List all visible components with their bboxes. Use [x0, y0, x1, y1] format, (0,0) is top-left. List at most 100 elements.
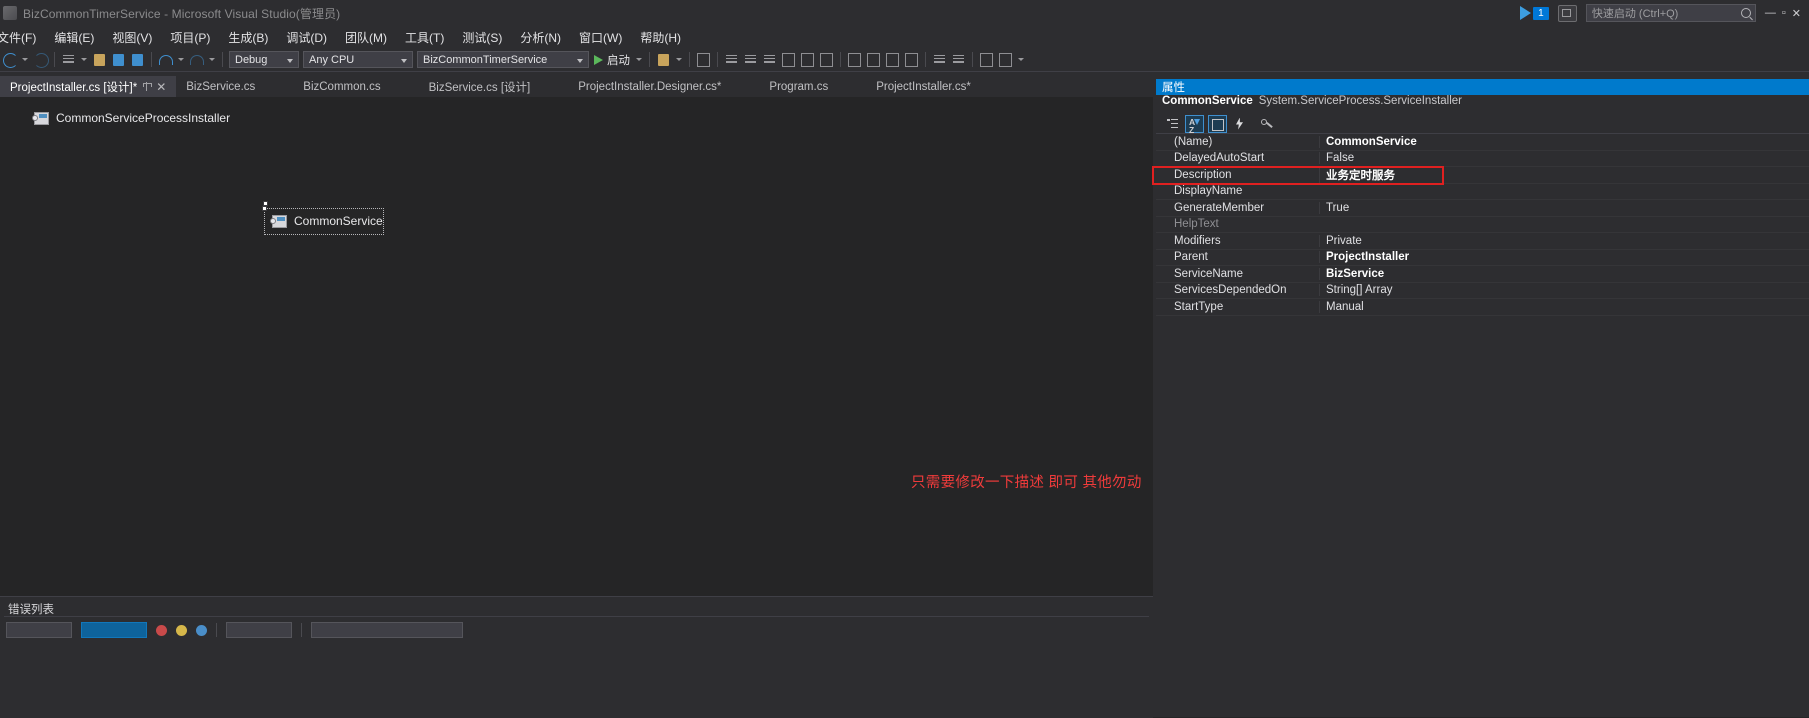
property-row[interactable]: HelpText — [1156, 217, 1809, 233]
document-tab-2[interactable]: BizCommon.cs — [293, 76, 418, 97]
make-same-width-icon[interactable] — [846, 51, 863, 69]
start-debugging-button[interactable]: 启动 — [594, 52, 630, 68]
property-row[interactable]: DisplayName — [1156, 184, 1809, 200]
tab-order-icon[interactable] — [695, 51, 712, 69]
pin-tab-icon[interactable] — [142, 82, 153, 91]
align-centers-icon[interactable] — [742, 51, 759, 69]
save-all-icon[interactable] — [129, 51, 146, 69]
alphabetical-sort-icon[interactable]: AZ — [1185, 114, 1204, 134]
property-value[interactable]: Manual — [1319, 300, 1809, 313]
menu-item-10[interactable]: 窗口(W) — [570, 26, 631, 48]
attach-dropdown-icon[interactable] — [676, 58, 682, 61]
warnings-icon[interactable] — [176, 624, 187, 636]
navigate-backward-icon[interactable] — [1, 51, 18, 69]
menu-item-5[interactable]: 调试(D) — [277, 26, 336, 48]
property-row[interactable]: DelayedAutoStart False — [1156, 151, 1809, 167]
properties-page-icon[interactable] — [1208, 114, 1227, 133]
property-value[interactable]: True — [1319, 201, 1809, 214]
error-list-build-select[interactable] — [226, 622, 292, 638]
redo-icon[interactable] — [188, 51, 205, 69]
menu-item-0[interactable]: 文件(F) — [0, 26, 45, 48]
startup-project-select[interactable]: BizCommonTimerService — [417, 51, 589, 68]
selection-handle[interactable] — [262, 206, 267, 211]
events-bolt-icon[interactable] — [1231, 116, 1248, 132]
error-list-search-input[interactable] — [311, 622, 463, 638]
property-value[interactable]: String[] Array — [1319, 284, 1809, 297]
navigate-forward-icon[interactable] — [32, 51, 49, 69]
close-button[interactable]: ✕ — [1792, 7, 1801, 20]
new-project-dropdown-icon[interactable] — [81, 58, 87, 61]
property-value[interactable]: CommonService — [1319, 135, 1809, 148]
errors-icon[interactable] — [156, 624, 167, 636]
property-row[interactable]: StartType Manual — [1156, 299, 1809, 316]
document-tab-5[interactable]: Program.cs — [759, 76, 866, 97]
property-value[interactable]: BizService — [1319, 267, 1809, 280]
solution-platform-select[interactable]: Any CPU — [303, 51, 413, 68]
selection-handle-top[interactable] — [263, 201, 268, 206]
property-row[interactable]: ServiceName BizService — [1156, 266, 1809, 283]
designer-surface[interactable]: CommonServiceProcessInstaller CommonServ… — [0, 97, 1153, 596]
menu-item-2[interactable]: 视图(V) — [103, 26, 161, 48]
send-to-back-icon[interactable] — [997, 51, 1014, 69]
property-row[interactable]: GenerateMember True — [1156, 200, 1809, 217]
messages-icon[interactable] — [196, 624, 207, 636]
align-middles-icon[interactable] — [799, 51, 816, 69]
menu-item-9[interactable]: 分析(N) — [511, 26, 570, 48]
navigate-backward-dropdown-icon[interactable] — [22, 58, 28, 61]
horizontal-spacing-icon[interactable] — [931, 51, 948, 69]
menu-item-3[interactable]: 项目(P) — [161, 26, 219, 48]
align-bottoms-icon[interactable] — [818, 51, 835, 69]
property-row[interactable]: Description 业务定时服务 — [1156, 166, 1809, 184]
property-row[interactable]: Parent ProjectInstaller — [1156, 250, 1809, 266]
make-same-size-icon[interactable] — [884, 51, 901, 69]
document-tab-4[interactable]: ProjectInstaller.Designer.cs* — [568, 76, 759, 97]
menu-item-7[interactable]: 工具(T) — [396, 26, 453, 48]
error-list-scope-select[interactable] — [6, 622, 72, 638]
align-lefts-icon[interactable] — [723, 51, 740, 69]
document-tab-1[interactable]: BizService.cs — [176, 76, 293, 97]
property-pages-wrench-icon[interactable] — [1258, 116, 1275, 132]
align-rights-icon[interactable] — [761, 51, 778, 69]
property-row[interactable]: (Name) CommonService — [1156, 134, 1809, 151]
start-debugging-dropdown-icon[interactable] — [636, 58, 642, 61]
align-tops-icon[interactable] — [780, 51, 797, 69]
component-commonservice[interactable]: CommonService — [270, 214, 383, 228]
undo-icon[interactable] — [157, 51, 174, 69]
minimize-button[interactable]: — — [1765, 7, 1776, 19]
quick-launch-input[interactable]: 快速启动 (Ctrl+Q) — [1585, 4, 1756, 22]
redo-dropdown-icon[interactable] — [209, 58, 215, 61]
property-row[interactable]: ServicesDependedOn String[] Array — [1156, 283, 1809, 299]
make-same-height-icon[interactable] — [865, 51, 882, 69]
attach-to-process-icon[interactable] — [655, 51, 672, 69]
properties-selected-object[interactable]: CommonService System.ServiceProcess.Serv… — [1156, 95, 1809, 114]
error-list-filter-errors-button[interactable] — [81, 622, 147, 638]
component-commonserviceprocessinstaller[interactable]: CommonServiceProcessInstaller — [32, 111, 230, 125]
menu-item-8[interactable]: 测试(S) — [453, 26, 511, 48]
menu-item-1[interactable]: 编辑(E) — [45, 26, 103, 48]
close-tab-icon[interactable]: ✕ — [156, 81, 166, 93]
vertical-spacing-icon[interactable] — [950, 51, 967, 69]
solution-configuration-select[interactable]: Debug — [229, 51, 299, 68]
menu-item-4[interactable]: 生成(B) — [219, 26, 277, 48]
document-tab-6[interactable]: ProjectInstaller.cs* — [866, 76, 1009, 97]
property-value[interactable]: False — [1319, 152, 1809, 165]
menu-item-11[interactable]: 帮助(H) — [631, 26, 690, 48]
document-tab-3[interactable]: BizService.cs [设计] — [419, 76, 569, 97]
size-to-grid-icon[interactable] — [903, 51, 920, 69]
menu-item-6[interactable]: 团队(M) — [336, 26, 396, 48]
property-value[interactable]: 业务定时服务 — [1319, 166, 1809, 183]
maximize-button[interactable]: ▫ — [1782, 7, 1786, 19]
property-value[interactable]: Private — [1319, 234, 1809, 247]
feedback-icon[interactable] — [1557, 4, 1577, 22]
new-project-icon[interactable] — [60, 51, 77, 69]
categorized-icon[interactable] — [1164, 116, 1181, 132]
bring-to-front-icon[interactable] — [978, 51, 995, 69]
notifications-button[interactable]: 1 — [1519, 6, 1549, 20]
undo-dropdown-icon[interactable] — [178, 58, 184, 61]
property-row[interactable]: Modifiers Private — [1156, 233, 1809, 250]
document-tab-0[interactable]: ProjectInstaller.cs [设计]* ✕ — [0, 76, 177, 97]
open-file-icon[interactable] — [91, 51, 108, 69]
property-value[interactable]: ProjectInstaller — [1319, 251, 1809, 264]
save-icon[interactable] — [110, 51, 127, 69]
toolbar-overflow-icon[interactable] — [1018, 58, 1024, 61]
